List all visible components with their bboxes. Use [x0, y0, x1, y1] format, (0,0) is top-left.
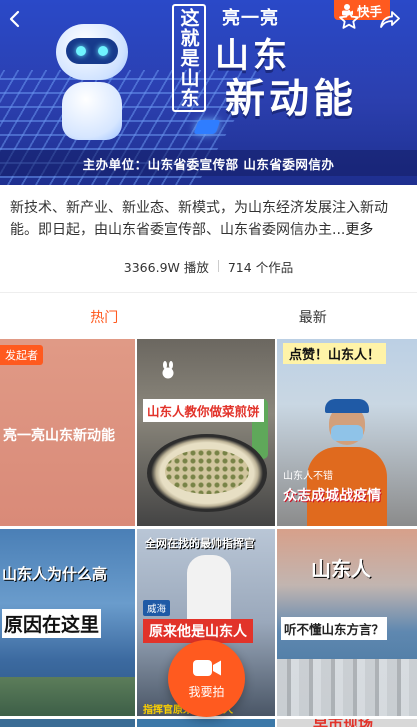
tab-bar: 热门 最新 [0, 300, 417, 334]
video-tile[interactable]: 点赞！山东人！ 山东人不错 众志成城战疫情 [277, 339, 417, 526]
video-caption: 山东人为什么高 [2, 565, 108, 583]
video-tile[interactable]: 发起者 亮一亮山东新动能 [0, 339, 135, 526]
share-icon[interactable] [378, 8, 402, 32]
section-divider [0, 292, 417, 293]
worker-figure [307, 399, 387, 526]
video-caption: 众志成城战疫情 [283, 488, 381, 504]
video-tile[interactable]: 山东人为什么高 原因在这里 [0, 529, 135, 716]
topic-banner: 这就是山东 亮一亮 山东 新动能 主办单位：山东省委宣传部 山东省委网信办 快手 [0, 0, 417, 185]
sponsor-text: 主办单位：山东省委宣传部 山东省委网信办 [0, 150, 417, 176]
record-button-label: 我要拍 [188, 685, 225, 699]
stats-divider [217, 260, 219, 272]
peek-caption: 早市现场 [313, 719, 373, 727]
shore-graphic [0, 677, 135, 716]
herbs-graphic [165, 449, 249, 494]
location-tag: 威海 [143, 600, 171, 616]
star-icon[interactable] [337, 8, 361, 32]
protective-suit-figure [187, 555, 231, 625]
tab-latest[interactable]: 最新 [209, 300, 417, 334]
banner-subtitle: 亮一亮 [222, 8, 279, 29]
banner-title-line2: 新动能 [225, 76, 357, 122]
video-tile-peek[interactable] [0, 719, 135, 727]
back-icon[interactable] [6, 10, 24, 28]
video-caption: 山东人教你做菜煎饼 [143, 399, 264, 422]
topic-stats: 3366.9W 播放 714 个作品 [0, 256, 417, 276]
video-tile[interactable]: 山东人教你做菜煎饼 [137, 339, 275, 526]
video-caption: 亮一亮山东新动能 [3, 428, 115, 444]
initiator-badge: 发起者 [0, 345, 43, 365]
vertical-title: 这就是山东 [177, 8, 200, 108]
tab-hot[interactable]: 热门 [0, 300, 209, 334]
video-caption-secondary: 原因在这里 [2, 609, 102, 638]
video-top-caption: 全网在找的最帅指挥官 [145, 537, 255, 550]
city-graphic [277, 659, 417, 716]
video-caption: 山东人 [311, 557, 371, 581]
video-subcaption: 山东人不错 [283, 471, 333, 482]
vertical-title-box: 这就是山东 [172, 4, 206, 112]
camera-icon [192, 660, 221, 676]
play-count: 3366.9W 播放 [123, 259, 209, 275]
video-tile-peek[interactable]: 早市现场 [277, 719, 417, 727]
topic-description: 新技术、新产业、新业态、新模式，为山东经济发展注入新动能。即日起，由山东省委宣传… [10, 197, 406, 241]
video-caption-secondary: 听不懂山东方言？ [281, 617, 388, 640]
video-caption: 原来他是山东人 [143, 619, 253, 643]
video-tile-peek[interactable] [137, 719, 275, 727]
work-count: 714 个作品 [227, 259, 294, 275]
bunny-icon [162, 361, 174, 379]
robot-illustration [38, 18, 148, 148]
video-badge: 点赞！山东人！ [283, 343, 387, 364]
video-tile[interactable]: 山东人 听不懂山东方言？ [277, 529, 417, 716]
record-button[interactable]: 我要拍 [168, 640, 245, 717]
description-text: 新技术、新产业、新业态、新模式，为山东经济发展注入新动能。即日起，由山东省委宣传… [10, 200, 388, 238]
more-link[interactable]: 更多 [345, 222, 373, 238]
